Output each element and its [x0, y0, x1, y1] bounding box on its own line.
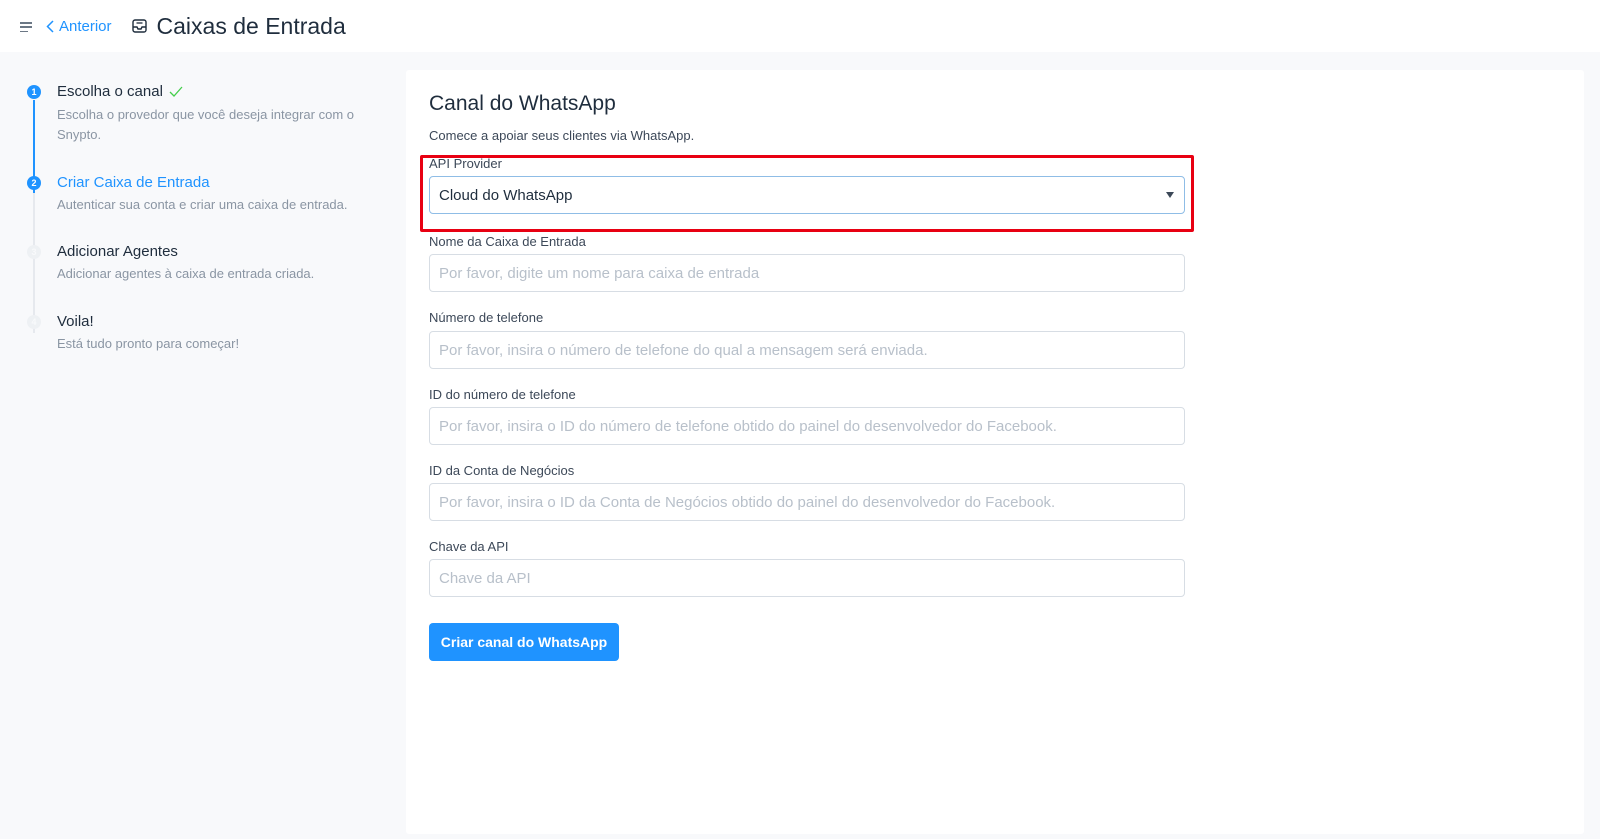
- phone-number-input[interactable]: [429, 331, 1185, 369]
- back-button[interactable]: Anterior: [46, 18, 112, 35]
- business-account-id-label: ID da Conta de Negócios: [429, 463, 575, 478]
- step-number: 4: [27, 315, 41, 329]
- step-title: Voila!: [57, 313, 94, 330]
- phone-number-label: Número de telefone: [429, 310, 544, 325]
- step-number: 3: [27, 245, 41, 259]
- form-subtitle: Comece a apoiar seus clientes via WhatsA…: [429, 128, 695, 143]
- step-description: Adicionar agentes à caixa de entrada cri…: [57, 266, 315, 281]
- phone-number-id-label: ID do número de telefone: [429, 387, 576, 402]
- step-description: Escolha o provedor que você deseja integ…: [57, 107, 355, 142]
- chevron-left-icon: [46, 19, 54, 33]
- back-label: Anterior: [59, 17, 112, 35]
- api-key-input[interactable]: [429, 559, 1185, 597]
- api-key-label: Chave da API: [429, 539, 509, 554]
- step-title: Adicionar Agentes: [57, 243, 178, 260]
- inbox-name-input[interactable]: [429, 254, 1185, 292]
- api-provider-select[interactable]: Cloud do WhatsApp: [429, 176, 1185, 214]
- api-provider-selected: Cloud do WhatsApp: [439, 186, 573, 204]
- wizard-steps: 1 Escolha o canal Escolha o provedor que…: [0, 52, 400, 839]
- create-whatsapp-channel-button[interactable]: Criar canal do WhatsApp: [429, 623, 619, 661]
- step-title: Criar Caixa de Entrada: [57, 174, 210, 191]
- inbox-icon: [131, 19, 147, 33]
- step-number: 2: [27, 176, 41, 190]
- check-icon: [169, 86, 183, 97]
- step-description: Autenticar sua conta e criar uma caixa d…: [57, 197, 348, 212]
- step-title: Escolha o canal: [57, 83, 183, 100]
- whatsapp-channel-panel: Canal do WhatsApp Comece a apoiar seus c…: [406, 70, 1584, 834]
- api-provider-label: API Provider: [429, 156, 502, 171]
- inbox-name-label: Nome da Caixa de Entrada: [429, 234, 586, 249]
- business-account-id-input[interactable]: [429, 483, 1185, 521]
- page-title: Caixas de Entrada: [156, 12, 346, 39]
- caret-down-icon: [1166, 192, 1174, 198]
- top-header: Anterior Caixas de Entrada: [0, 0, 1600, 52]
- phone-number-id-input[interactable]: [429, 407, 1185, 445]
- menu-icon[interactable]: [20, 22, 32, 32]
- step-description: Está tudo pronto para começar!: [57, 336, 240, 351]
- form-title: Canal do WhatsApp: [429, 92, 616, 115]
- step-number: 1: [27, 85, 41, 99]
